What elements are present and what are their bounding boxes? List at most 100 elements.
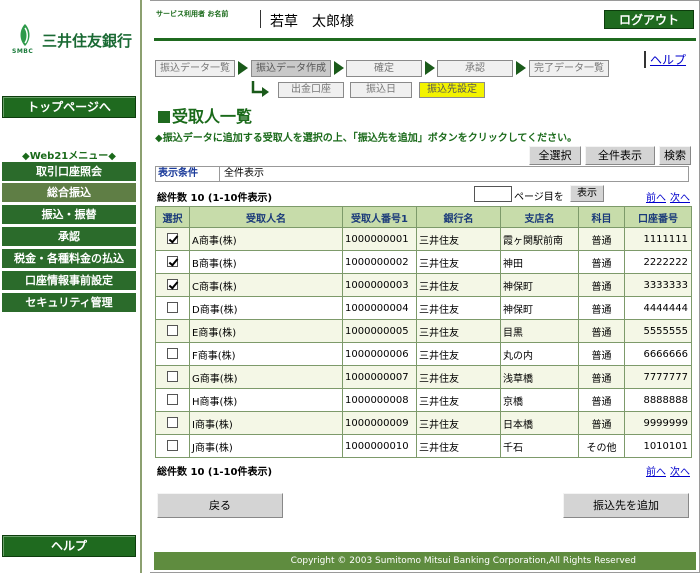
cell-select [155,434,190,458]
row-select-checkbox[interactable] [167,348,178,360]
payee-table-body: A商事(株) 1000000001 三井住友 霞ヶ関駅前南 普通 1111111 B商事(株… [155,227,692,458]
show-all-button[interactable]: 全件表示 [585,146,655,165]
total-count-bottom: 総件数 10 (1-10件表示) [157,467,273,478]
cell-account-number: 8888888 [624,388,692,412]
back-button[interactable]: 戻る [157,493,283,518]
cell-account-type: 普通 [578,296,625,320]
sidebar-divider [140,0,150,573]
search-button[interactable]: 検索 [659,146,691,165]
show-page-button[interactable]: 表示 [570,185,604,202]
cell-account-number: 5555555 [624,319,692,343]
next-link-top[interactable]: 次へ [670,189,690,204]
user-label: サービス利用者 お名前 [156,10,229,18]
sidebar-item-approval[interactable]: 承認 [2,227,136,247]
cell-payee-name: B商事(株) [189,250,343,274]
cell-bank-name: 三井住友 [416,273,501,297]
col-header-type: 科目 [578,206,625,228]
page-suffix-label: ページ目を [514,192,564,203]
cell-branch-name: 京橋 [500,388,579,412]
cell-payee-name: D商事(株) [189,296,343,320]
page-number-input[interactable] [474,186,512,202]
row-select-checkbox[interactable] [167,394,178,406]
cell-payee-number: 1000000002 [342,250,417,274]
table-row: H商事(株) 1000000008 三井住友 京橋 普通 8888888 [155,388,692,412]
cell-select [155,227,190,251]
sidebar-item-account-inquiry[interactable]: 取引口座照会 [2,162,136,182]
cell-payee-number: 1000000007 [342,365,417,389]
table-row: E商事(株) 1000000005 三井住友 目黒 普通 5555555 [155,319,692,343]
cell-payee-name: C商事(株) [189,273,343,297]
cell-branch-name: 目黒 [500,319,579,343]
bank-logo[interactable]: SMBC 三井住友銀行 [8,18,138,58]
prev-link-top[interactable]: 前へ [646,189,666,204]
row-select-checkbox[interactable] [167,233,178,245]
cell-branch-name: 丸の内 [500,342,579,366]
col-header-select: 選択 [155,206,190,228]
row-select-checkbox[interactable] [167,256,178,268]
instruction-text: ◆振込データに追加する受取人を選択の上、「振込先を追加」ボタンをクリックしてくだ… [155,133,578,144]
filter-value: 全件表示 [224,168,264,179]
cell-branch-name: 神保町 [500,273,579,297]
page-title: 受取人一覧 [158,103,252,127]
cell-select [155,250,190,274]
add-payee-button[interactable]: 振込先を追加 [563,493,689,518]
col-header-bank: 銀行名 [416,206,501,228]
step-create-data: 振込データ作成 [251,60,331,77]
cell-account-number: 7777777 [624,365,692,389]
logout-button[interactable]: ログアウト [604,10,694,29]
step-arrow-icon [425,61,435,75]
cell-bank-name: 三井住友 [416,250,501,274]
step-arrow-icon [516,61,526,75]
substep-payee-setting: 振込先設定 [419,82,485,98]
cell-payee-name: I商事(株) [189,411,343,435]
cell-payee-number: 1000000009 [342,411,417,435]
header-rule [154,38,696,41]
top-page-button[interactable]: トップページへ [2,96,136,118]
cell-select [155,388,190,412]
row-select-checkbox[interactable] [167,325,178,337]
cell-account-number: 3333333 [624,273,692,297]
col-header-payee-name: 受取人名 [189,206,343,228]
user-name: 若草 太郎様 [270,14,354,30]
cell-bank-name: 三井住友 [416,388,501,412]
cell-payee-number: 1000000003 [342,273,417,297]
col-header-branch: 支店名 [500,206,579,228]
row-select-checkbox[interactable] [167,371,178,383]
cell-account-type: 普通 [578,273,625,297]
row-select-checkbox[interactable] [167,279,178,291]
cell-payee-number: 1000000001 [342,227,417,251]
cell-branch-name: 浅草橋 [500,365,579,389]
table-row: A商事(株) 1000000001 三井住友 霞ヶ関駅前南 普通 1111111 [155,227,692,251]
cell-payee-name: H商事(株) [189,388,343,412]
sidebar-item-transfer[interactable]: 振込・振替 [2,205,136,225]
cell-bank-name: 三井住友 [416,342,501,366]
cell-account-number: 6666666 [624,342,692,366]
step-arrow-icon [334,61,344,75]
sidebar-item-account-presets[interactable]: 口座情報事前設定 [2,271,136,291]
sidebar-help-button[interactable]: ヘルプ [2,535,136,557]
table-row: G商事(株) 1000000007 三井住友 浅草橋 普通 7777777 [155,365,692,389]
next-link-bottom[interactable]: 次へ [670,463,690,478]
cell-account-type: 普通 [578,319,625,343]
cell-account-number: 1111111 [624,227,692,251]
cell-bank-name: 三井住友 [416,296,501,320]
sidebar-item-tax-payment[interactable]: 税金・各種料金の払込 [2,249,136,269]
row-select-checkbox[interactable] [167,417,178,429]
sidebar-item-bulk-transfer[interactable]: 総合振込 [2,183,136,203]
row-select-checkbox[interactable] [167,302,178,314]
cell-bank-name: 三井住友 [416,411,501,435]
help-link[interactable]: ヘルプ [644,51,686,68]
filter-condition: 表示条件 全件表示 [155,166,689,182]
payee-table: 選択 受取人名 受取人番号1 銀行名 支店名 科目 口座番号 A商事(株) 100… [155,206,692,458]
step-completed-list: 完了データ一覧 [529,60,609,77]
row-select-checkbox[interactable] [167,440,178,452]
prev-link-bottom[interactable]: 前へ [646,463,666,478]
cell-payee-name: G商事(株) [189,365,343,389]
cell-account-type: その他 [578,434,625,458]
table-row: F商事(株) 1000000006 三井住友 丸の内 普通 6666666 [155,342,692,366]
sidebar-item-security[interactable]: セキュリティ管理 [2,293,136,313]
cell-payee-name: E商事(株) [189,319,343,343]
select-all-button[interactable]: 全選択 [529,146,581,165]
cell-payee-number: 1000000006 [342,342,417,366]
table-row: D商事(株) 1000000004 三井住友 神保町 普通 4444444 [155,296,692,320]
